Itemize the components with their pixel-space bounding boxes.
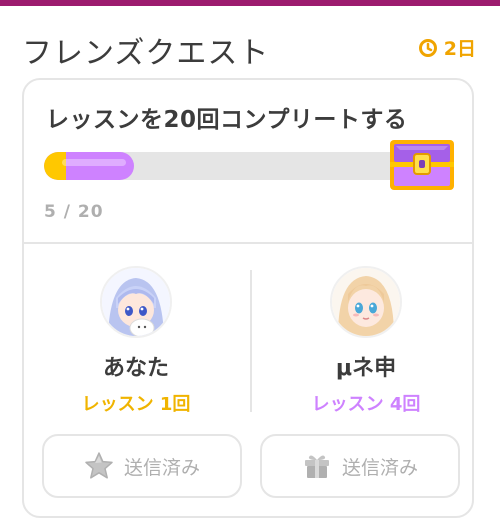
friend-lessons: レッスン 4回 <box>311 394 421 415</box>
divider-vertical <box>250 270 252 412</box>
progress-bar <box>44 152 404 180</box>
avatar[interactable] <box>330 266 402 338</box>
clock-icon <box>418 38 437 57</box>
quest-timer: 2日 <box>418 34 476 61</box>
progress-text: 5 / 20 <box>44 202 104 222</box>
divider <box>24 242 472 244</box>
friend-lessons: レッスン 1回 <box>81 394 191 415</box>
timer-value: 2日 <box>443 38 476 60</box>
sent-gift-button[interactable]: 送信済み <box>260 434 460 498</box>
friend-name: μネ申 <box>335 356 397 381</box>
quest-card: レッスンを20回コンプリートする 5 / 20 あなた レッスン 1回 μネ申 … <box>22 78 474 518</box>
star-icon <box>85 452 113 479</box>
sent-label: 送信済み <box>341 456 418 479</box>
friend-other: μネ申 レッスン 4回 <box>266 266 466 416</box>
sent-label: 送信済み <box>123 456 200 479</box>
progress-fill-cap <box>44 152 66 180</box>
progress-shine <box>62 159 126 166</box>
friend-name: あなた <box>102 356 169 381</box>
friend-self: あなた レッスン 1回 <box>36 266 236 416</box>
sent-button[interactable]: 送信済み <box>42 434 242 498</box>
page-title: フレンズクエスト <box>22 36 270 71</box>
avatar[interactable] <box>100 266 172 338</box>
treasure-chest-icon <box>388 136 456 196</box>
quest-title: レッスンを20回コンプリートする <box>46 107 408 133</box>
gift-icon <box>304 455 329 478</box>
top-accent-bar <box>0 0 500 6</box>
